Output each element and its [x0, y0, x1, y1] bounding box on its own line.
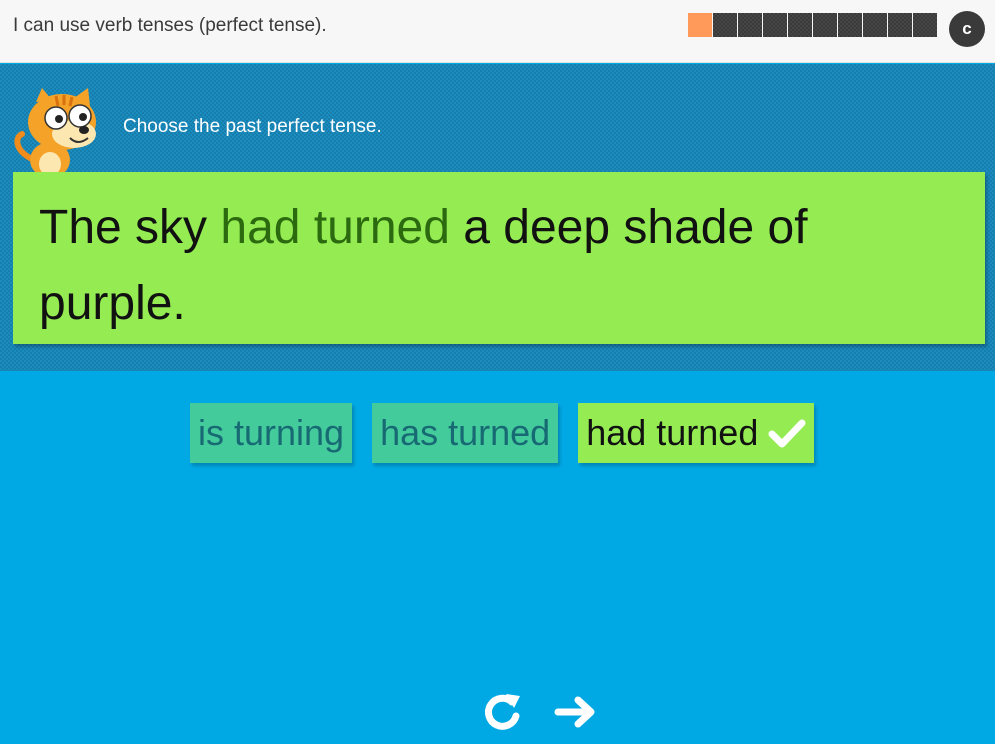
- progress-segment: [788, 13, 812, 37]
- progress-segment: [813, 13, 837, 37]
- menu-c-icon: c: [962, 19, 972, 38]
- progress-segment: [713, 13, 737, 37]
- progress-segment: [913, 13, 937, 37]
- question-instruction: Choose the past perfect tense.: [123, 116, 382, 137]
- choice-had-turned[interactable]: had turned: [578, 403, 815, 463]
- sentence-text: The sky had turned a deep shade of purpl…: [39, 190, 959, 342]
- progress-segment: [838, 13, 862, 37]
- retry-icon[interactable]: [480, 690, 524, 734]
- progress-segment: [888, 13, 912, 37]
- progress-segment: [738, 13, 762, 37]
- progress-segment: [863, 13, 887, 37]
- next-arrow-icon[interactable]: [554, 690, 598, 734]
- progress-segment: [688, 13, 712, 37]
- answer-choices: is turning has turned had turned: [190, 403, 815, 463]
- check-icon: [768, 419, 806, 448]
- progress-bar: [688, 13, 937, 37]
- choice-label: is turning: [198, 412, 345, 453]
- progress-segment: [763, 13, 787, 37]
- sentence-answer: had turned: [220, 201, 450, 254]
- choice-label: had turned: [586, 412, 759, 453]
- top-bar: I can use verb tenses (perfect tense). c: [0, 0, 995, 63]
- choice-is-turning[interactable]: is turning: [190, 403, 353, 463]
- sentence-card: The sky had turned a deep shade of purpl…: [13, 172, 985, 344]
- choice-label: has turned: [380, 412, 551, 453]
- cat-mascot-icon: [14, 88, 96, 180]
- learning-objective: I can use verb tenses (perfect tense).: [13, 15, 327, 36]
- choice-has-turned[interactable]: has turned: [372, 403, 559, 463]
- bottom-controls: [480, 690, 598, 734]
- menu-button[interactable]: c: [949, 11, 985, 47]
- sentence-before: The sky: [39, 201, 221, 254]
